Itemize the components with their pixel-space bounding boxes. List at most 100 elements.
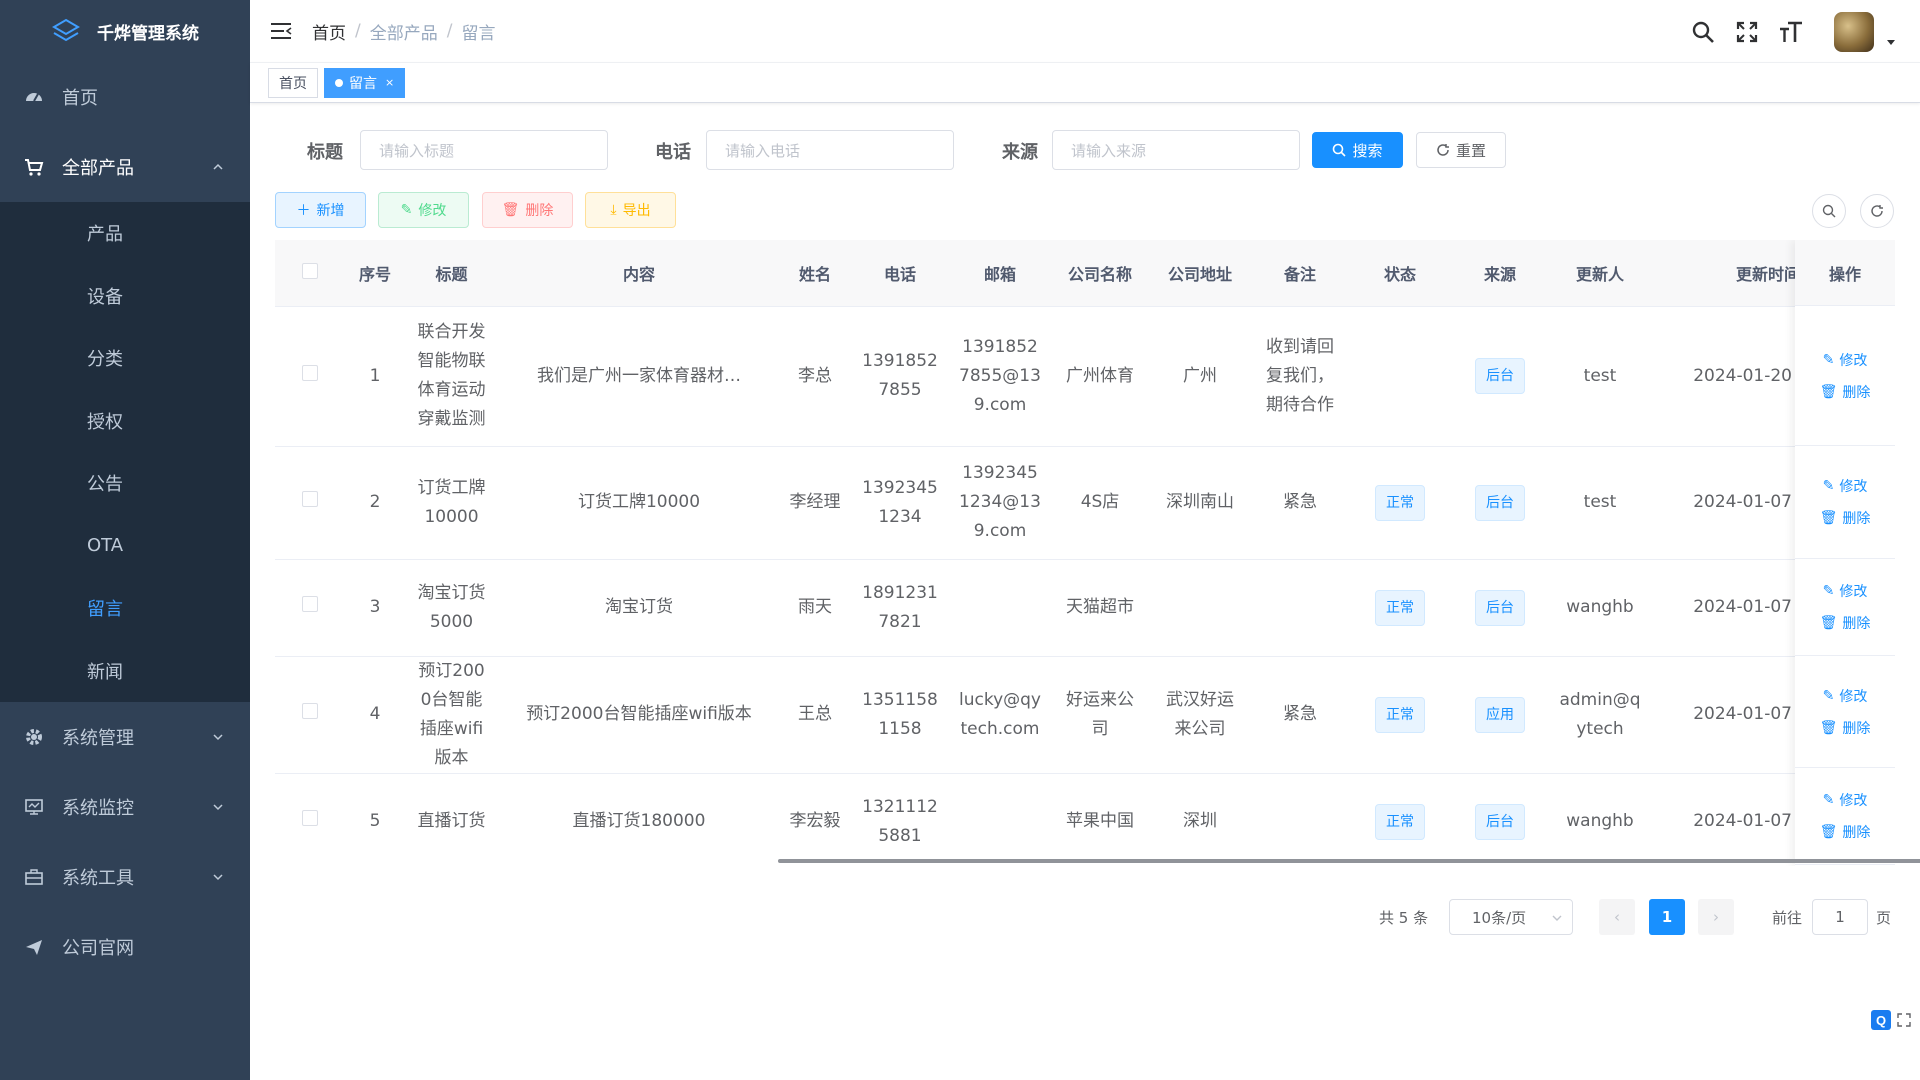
row-delete-link[interactable]: 🗑 删除 (1820, 613, 1871, 633)
row-delete-link[interactable]: 🗑 删除 (1820, 822, 1871, 842)
row-edit-link[interactable]: ✎ 修改 (1823, 581, 1868, 601)
sidebar-item-home[interactable]: 首页 (0, 62, 250, 132)
reset-button[interactable]: 重置 (1416, 132, 1506, 168)
cell-email (950, 559, 1050, 657)
sidebar-item-products[interactable]: 全部产品 (0, 132, 250, 202)
chevron-up-icon (213, 163, 223, 170)
table-row[interactable]: 5 直播订货 直播订货180000 李宏毅 13211125881 苹果中国 深… (275, 773, 1895, 866)
chevron-down-icon (1552, 915, 1562, 921)
sidebar-item-system-monitor[interactable]: 系统监控 (0, 772, 250, 842)
op-cell: ✎ 修改 🗑 删除 (1795, 656, 1895, 768)
column-header: 标题 (405, 240, 498, 307)
table-row[interactable]: 1 联合开发智能物联体育运动穿戴监测 我们是广州一家体育器材… 李总 13918… (275, 306, 1895, 447)
edit-button[interactable]: ✎ 修改 (378, 192, 469, 228)
breadcrumb-products: 全部产品 (369, 23, 438, 44)
source-badge: 后台 (1475, 589, 1525, 626)
cell-address: 深圳南山 (1150, 446, 1250, 560)
cell-content: 直播订货180000 (572, 811, 706, 831)
cell-updated: 2024-01-07 (1693, 597, 1792, 617)
row-edit-link[interactable]: ✎ 修改 (1823, 686, 1868, 706)
breadcrumb-separator: / (446, 21, 453, 41)
cell-remark (1250, 559, 1350, 657)
table-row[interactable]: 4 预订2000台智能插座wifi版本 预订2000台智能插座wifi版本 王总… (275, 656, 1895, 774)
row-delete-link[interactable]: 🗑 删除 (1820, 718, 1871, 738)
export-button[interactable]: ⤓ 导出 (585, 192, 676, 228)
cell-title: 订货工牌10000 (405, 446, 498, 560)
font-size-icon[interactable] (1778, 19, 1804, 45)
prev-page-button[interactable]: ‹ (1599, 899, 1635, 935)
row-checkbox[interactable] (302, 596, 318, 612)
toggle-search-button[interactable] (1812, 194, 1846, 228)
cell-phone: 18912317821 (850, 559, 950, 657)
delete-button[interactable]: 🗑 删除 (482, 192, 573, 228)
expand-icon (1897, 1013, 1911, 1027)
row-edit-link[interactable]: ✎ 修改 (1823, 476, 1868, 496)
export-button-label: 导出 (622, 203, 651, 219)
sidebar-item-product[interactable]: 产品 (0, 202, 250, 265)
cell-title: 联合开发智能物联体育运动穿戴监测 (405, 306, 498, 447)
next-page-button[interactable]: › (1698, 899, 1734, 935)
cell-company: 4S店 (1050, 446, 1150, 560)
phone-input[interactable]: 请输入电话 (706, 130, 954, 170)
cell-title: 淘宝订货5000 (405, 559, 498, 657)
title-input[interactable]: 请输入标题 (360, 130, 608, 170)
row-edit-label: 修改 (1839, 479, 1868, 495)
table-row[interactable]: 2 订货工牌10000 订货工牌10000 李经理 13923451234 13… (275, 446, 1895, 560)
goto-page-input[interactable]: 1 (1812, 899, 1868, 935)
floating-widget[interactable]: Q (1865, 1000, 1920, 1040)
fullscreen-icon[interactable] (1734, 19, 1760, 45)
row-checkbox[interactable] (302, 810, 318, 826)
sidebar-item-news[interactable]: 新闻 (0, 640, 250, 703)
sidebar-item-notice[interactable]: 公告 (0, 452, 250, 515)
dashboard-icon (24, 87, 44, 107)
search-icon[interactable] (1690, 19, 1716, 45)
brand[interactable]: 千烨管理系统 (0, 0, 250, 62)
row-edit-link[interactable]: ✎ 修改 (1823, 350, 1868, 370)
sidebar-item-license[interactable]: 授权 (0, 390, 250, 453)
sidebar-item-category[interactable]: 分类 (0, 327, 250, 390)
tag-home[interactable]: 首页 (268, 67, 318, 98)
source-input[interactable]: 请输入来源 (1052, 130, 1300, 170)
edit-icon: ✎ (1822, 792, 1835, 808)
sidebar-item-system-tools[interactable]: 系统工具 (0, 842, 250, 912)
row-checkbox[interactable] (302, 364, 318, 381)
breadcrumb-home[interactable]: 首页 (312, 19, 346, 44)
source-badge: 后台 (1475, 484, 1525, 521)
cell-company: 好运来公司 (1050, 656, 1150, 774)
sidebar-item-label: 全部产品 (62, 158, 134, 179)
cell-updated: 2024-01-07 (1693, 704, 1792, 724)
close-icon[interactable]: × (385, 76, 394, 89)
table-row[interactable]: 3 淘宝订货5000 淘宝订货 雨天 18912317821 天猫超市 正常 后… (275, 559, 1895, 657)
cell-content: 淘宝订货 (605, 597, 673, 617)
tag-message[interactable]: 留言 × (324, 67, 406, 98)
refresh-button[interactable] (1860, 194, 1894, 228)
add-button[interactable]: ＋ 新增 (275, 192, 366, 228)
download-icon: ⤓ (610, 202, 617, 218)
page-number-1[interactable]: 1 (1649, 899, 1685, 935)
sidebar-item-system-manage[interactable]: 系统管理 (0, 702, 250, 772)
horizontal-scrollbar[interactable] (778, 859, 1920, 863)
sidebar-item-ota[interactable]: OTA (0, 515, 250, 578)
avatar[interactable] (1834, 11, 1874, 52)
sidebar-item-device[interactable]: 设备 (0, 265, 250, 328)
page-size-select[interactable]: 10条/页 (1449, 899, 1573, 935)
hamburger-icon[interactable] (270, 21, 292, 41)
row-checkbox[interactable] (302, 491, 318, 507)
sidebar-item-company-site[interactable]: 公司官网 (0, 912, 250, 982)
select-all-checkbox[interactable] (302, 262, 318, 279)
search-button[interactable]: 搜索 (1312, 132, 1403, 168)
row-delete-link[interactable]: 🗑 删除 (1820, 382, 1871, 402)
cell-name: 王总 (780, 656, 850, 774)
trash-icon: 🗑 (501, 202, 520, 218)
row-checkbox[interactable] (302, 703, 318, 719)
cell-name: 李经理 (780, 446, 850, 560)
cell-email (950, 773, 1050, 866)
row-delete-label: 删除 (1842, 616, 1871, 632)
caret-down-icon[interactable] (1886, 37, 1896, 47)
row-edit-link[interactable]: ✎ 修改 (1823, 790, 1868, 810)
sidebar-item-message[interactable]: 留言 (0, 577, 250, 640)
cell-no: 4 (345, 656, 405, 774)
row-delete-label: 删除 (1842, 384, 1871, 401)
row-delete-link[interactable]: 🗑 删除 (1820, 508, 1871, 528)
column-header: 序号 (345, 240, 405, 307)
